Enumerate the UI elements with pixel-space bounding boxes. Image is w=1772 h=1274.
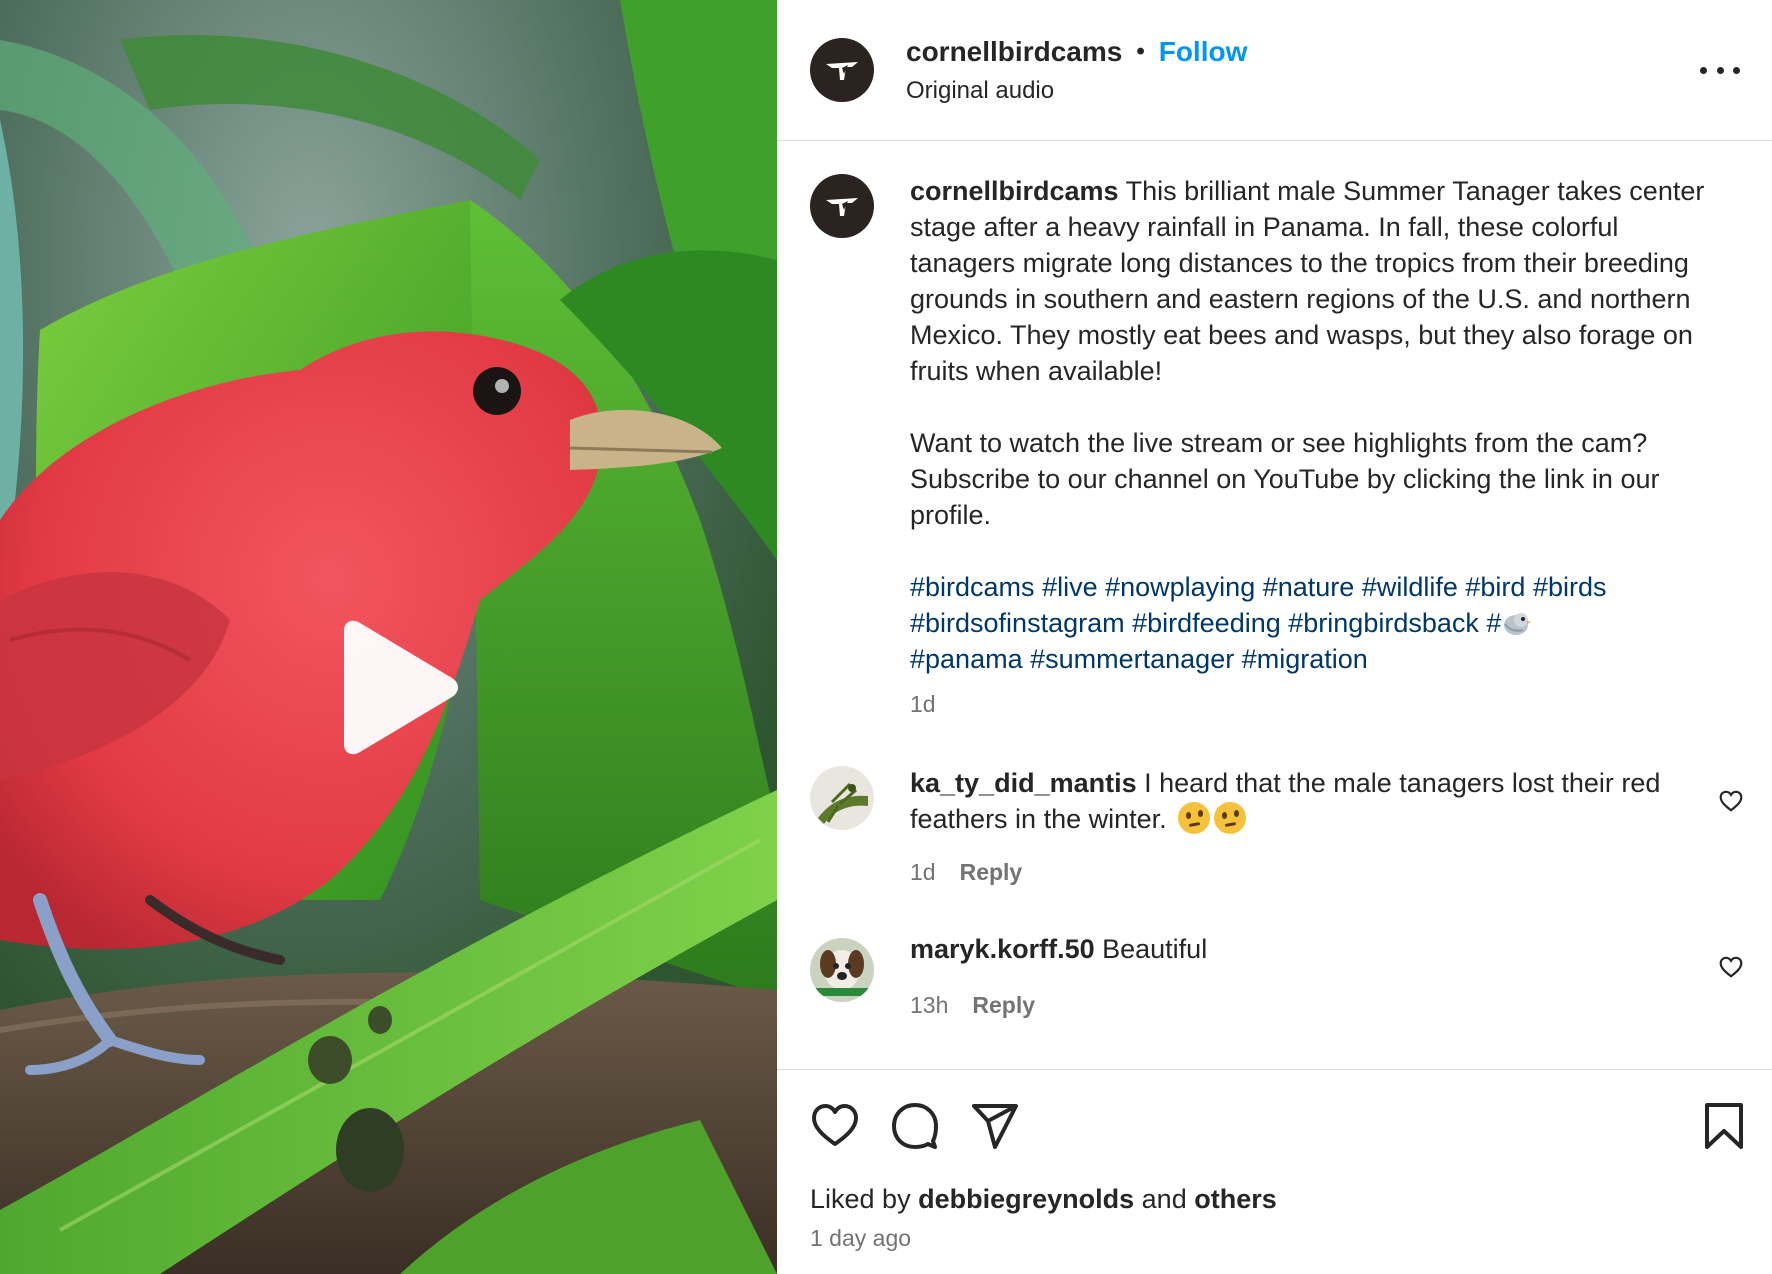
- hashtag-link[interactable]: #wildlife: [1362, 572, 1458, 602]
- liked-by-and: and: [1141, 1184, 1187, 1214]
- hashtag-link[interactable]: #birdcams: [910, 572, 1035, 602]
- separator-dot: •: [1136, 38, 1145, 65]
- hashtag-link[interactable]: #summertanager: [1030, 644, 1234, 674]
- post-timestamp[interactable]: 1 day ago: [810, 1225, 911, 1252]
- reply-button[interactable]: Reply: [972, 992, 1035, 1019]
- caption-paragraph-2: Want to watch the live stream or see hig…: [910, 428, 1660, 530]
- comment-body: ka_ty_did_mantis I heard that the male t…: [910, 765, 1690, 837]
- hashtag-link[interactable]: #birds: [1533, 572, 1607, 602]
- likes-summary: Liked by debbiegreynolds and others: [810, 1184, 1277, 1215]
- more-horizontal-icon: [1700, 66, 1707, 74]
- comment-timestamp[interactable]: 1d: [910, 859, 936, 886]
- comment-meta: 13h Reply: [910, 992, 1035, 1019]
- hashtag-link[interactable]: #nowplaying: [1105, 572, 1255, 602]
- more-dot: [1716, 66, 1724, 74]
- reply-button[interactable]: Reply: [960, 859, 1023, 886]
- hashtag-link[interactable]: #: [1486, 608, 1532, 638]
- commenter-avatar[interactable]: [810, 766, 874, 830]
- follow-button[interactable]: Follow: [1159, 36, 1248, 68]
- post-header: cornellbirdcams • Follow Original audio: [777, 0, 1772, 141]
- comment-icon: [892, 1103, 938, 1149]
- play-button[interactable]: [330, 620, 460, 755]
- cornell-bird-logo-icon: [826, 62, 858, 80]
- comment-text: Beautiful: [1102, 934, 1208, 964]
- hashtag-link[interactable]: #panama: [910, 644, 1023, 674]
- post-media-video[interactable]: [0, 0, 777, 1274]
- liked-by-user[interactable]: debbiegreynolds: [918, 1184, 1134, 1214]
- bird-emoji-icon: [1501, 609, 1532, 635]
- share-icon: [972, 1104, 1018, 1149]
- hashtag-link[interactable]: #bird: [1465, 572, 1525, 602]
- post-actions-bar: Liked by debbiegreynolds and others 1 da…: [777, 1069, 1772, 1274]
- hashtag-link[interactable]: #migration: [1242, 644, 1368, 674]
- comment-heart-icon[interactable]: [1718, 954, 1744, 980]
- hashtag-link[interactable]: #nature: [1263, 572, 1355, 602]
- more-dot: [1733, 66, 1740, 74]
- hashtag-link[interactable]: #birdsofinstagram: [910, 608, 1125, 638]
- commenter-username[interactable]: ka_ty_did_mantis: [910, 768, 1137, 798]
- hashtag-link[interactable]: #bringbirdsback: [1288, 608, 1479, 638]
- like-button[interactable]: [810, 1101, 860, 1151]
- post-details-panel: cornellbirdcams • Follow Original audio …: [777, 0, 1772, 1274]
- hashtag-link[interactable]: #live: [1042, 572, 1098, 602]
- caption-paragraph-1: This brilliant male Summer Tanager takes…: [910, 176, 1705, 386]
- share-button[interactable]: [970, 1101, 1020, 1151]
- comment-heart-icon[interactable]: [1718, 788, 1744, 814]
- liked-by-others[interactable]: others: [1194, 1184, 1277, 1214]
- author-avatar[interactable]: [810, 38, 874, 102]
- bookmark-icon: [1705, 1103, 1743, 1149]
- cornell-bird-logo-icon: [826, 198, 858, 216]
- liked-by-prefix: Liked by: [810, 1184, 911, 1214]
- caption-username[interactable]: cornellbirdcams: [910, 176, 1119, 206]
- hashtag-link[interactable]: #birdfeeding: [1132, 608, 1281, 638]
- hashtag-list: #birdcams #live #nowplaying #nature #wil…: [910, 569, 1730, 677]
- commenter-avatar[interactable]: [810, 938, 874, 1002]
- caption-text: cornellbirdcams This brilliant male Summ…: [910, 173, 1730, 677]
- hashtag-hash: #: [1486, 608, 1502, 638]
- caption-timestamp[interactable]: 1d: [910, 691, 936, 718]
- audio-label[interactable]: Original audio: [906, 77, 1054, 105]
- comment-meta: 1d Reply: [910, 859, 1022, 886]
- comment-body: maryk.korff.50 Beautiful: [910, 931, 1690, 967]
- comment-timestamp[interactable]: 13h: [910, 992, 948, 1019]
- save-button[interactable]: [1699, 1101, 1749, 1151]
- thinking-face-emoji-icon: [1214, 802, 1247, 834]
- thinking-face-emoji-icon: [1178, 802, 1211, 834]
- caption-author-avatar[interactable]: [810, 174, 874, 238]
- more-options-button[interactable]: [1700, 55, 1740, 85]
- comment-button[interactable]: [890, 1101, 940, 1151]
- heart-icon: [812, 1104, 858, 1146]
- header-user-line: cornellbirdcams • Follow: [906, 36, 1247, 68]
- commenter-username[interactable]: maryk.korff.50: [910, 934, 1095, 964]
- play-icon: [344, 620, 458, 755]
- author-username[interactable]: cornellbirdcams: [906, 36, 1122, 68]
